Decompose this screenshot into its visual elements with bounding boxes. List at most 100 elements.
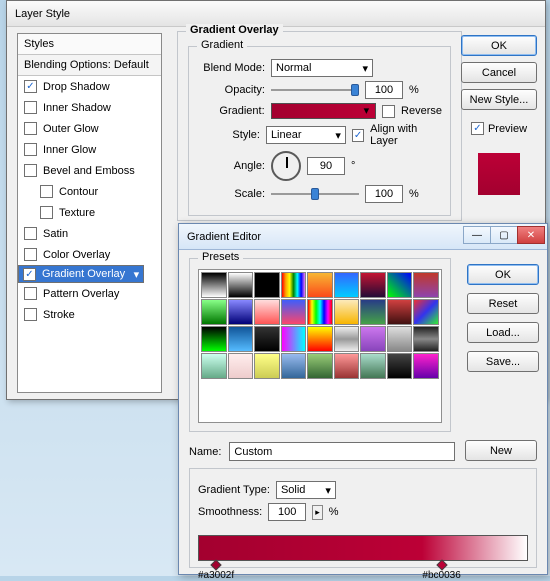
preset-swatch[interactable] bbox=[228, 272, 254, 298]
preset-swatch[interactable] bbox=[413, 326, 439, 352]
preset-swatch[interactable] bbox=[387, 299, 413, 325]
preset-swatch[interactable] bbox=[334, 353, 360, 379]
style-row-stroke[interactable]: Stroke bbox=[18, 304, 161, 325]
preset-swatch[interactable] bbox=[334, 272, 360, 298]
gradient-picker[interactable] bbox=[271, 103, 376, 119]
preset-swatch[interactable] bbox=[228, 353, 254, 379]
style-row-outer-glow[interactable]: Outer Glow bbox=[18, 118, 161, 139]
maximize-button[interactable]: ▢ bbox=[490, 226, 518, 244]
smoothness-value[interactable]: 100 bbox=[268, 503, 306, 521]
preset-swatch[interactable] bbox=[281, 272, 307, 298]
preset-swatch[interactable] bbox=[360, 272, 386, 298]
preset-swatch[interactable] bbox=[360, 299, 386, 325]
new-style-button[interactable]: New Style... bbox=[461, 89, 537, 110]
smoothness-stepper[interactable]: ▸ bbox=[312, 505, 323, 520]
reverse-checkbox[interactable] bbox=[382, 105, 395, 118]
opacity-slider[interactable] bbox=[271, 89, 359, 91]
minimize-button[interactable]: — bbox=[463, 226, 491, 244]
scale-slider[interactable] bbox=[271, 193, 359, 195]
preset-swatch[interactable] bbox=[413, 272, 439, 298]
preset-swatch[interactable] bbox=[360, 353, 386, 379]
preset-swatch[interactable] bbox=[387, 353, 413, 379]
presets-grid[interactable] bbox=[198, 269, 442, 423]
close-button[interactable]: ✕ bbox=[517, 226, 545, 244]
preset-swatch[interactable] bbox=[307, 299, 333, 325]
style-checkbox[interactable] bbox=[24, 227, 37, 240]
ge-ok-button[interactable]: OK bbox=[467, 264, 539, 285]
opacity-value[interactable]: 100 bbox=[365, 81, 403, 99]
blending-options-default[interactable]: Blending Options: Default bbox=[18, 55, 161, 76]
color-stop[interactable] bbox=[436, 559, 447, 570]
gradient-ramp[interactable]: #a3002f#bc0036 bbox=[198, 535, 528, 565]
preset-swatch[interactable] bbox=[281, 299, 307, 325]
preset-swatch[interactable] bbox=[228, 326, 254, 352]
style-checkbox[interactable] bbox=[24, 122, 37, 135]
style-checkbox[interactable] bbox=[40, 185, 53, 198]
preset-swatch[interactable] bbox=[387, 272, 413, 298]
scale-value[interactable]: 100 bbox=[365, 185, 403, 203]
style-checkbox[interactable] bbox=[24, 80, 37, 93]
preset-swatch[interactable] bbox=[334, 299, 360, 325]
style-row-inner-glow[interactable]: Inner Glow bbox=[18, 139, 161, 160]
style-checkbox[interactable] bbox=[24, 143, 37, 156]
style-row-bevel-and-emboss[interactable]: Bevel and Emboss bbox=[18, 160, 161, 181]
align-checkbox[interactable] bbox=[352, 129, 364, 142]
styles-panel: Styles Blending Options: Default Drop Sh… bbox=[17, 33, 162, 393]
preset-swatch[interactable] bbox=[307, 353, 333, 379]
styles-header[interactable]: Styles bbox=[18, 34, 161, 55]
gradient-inner-group: Gradient Blend Mode: Normal Opacity: 100… bbox=[188, 46, 451, 216]
blend-mode-select[interactable]: Normal bbox=[271, 59, 373, 77]
style-row-drop-shadow[interactable]: Drop Shadow bbox=[18, 76, 161, 97]
angle-label: Angle: bbox=[197, 160, 265, 172]
preset-swatch[interactable] bbox=[228, 299, 254, 325]
ge-new-button[interactable]: New bbox=[465, 440, 537, 461]
preset-swatch[interactable] bbox=[413, 299, 439, 325]
style-row-pattern-overlay[interactable]: Pattern Overlay bbox=[18, 283, 161, 304]
preset-swatch[interactable] bbox=[281, 353, 307, 379]
gradient-editor-titlebar[interactable]: Gradient Editor — ▢ ✕ bbox=[179, 224, 547, 250]
style-checkbox[interactable] bbox=[24, 164, 37, 177]
style-checkbox[interactable] bbox=[24, 101, 37, 114]
preset-swatch[interactable] bbox=[201, 326, 227, 352]
preview-checkbox[interactable] bbox=[471, 122, 484, 135]
gradient-ramp-bar[interactable] bbox=[198, 535, 528, 561]
angle-value[interactable]: 90 bbox=[307, 157, 345, 175]
preset-swatch[interactable] bbox=[307, 272, 333, 298]
style-row-contour[interactable]: Contour bbox=[18, 181, 161, 202]
preset-swatch[interactable] bbox=[413, 353, 439, 379]
preset-swatch[interactable] bbox=[201, 272, 227, 298]
preset-swatch[interactable] bbox=[254, 353, 280, 379]
name-input[interactable]: Custom bbox=[229, 442, 455, 461]
ge-load-button[interactable]: Load... bbox=[467, 322, 539, 343]
preset-swatch[interactable] bbox=[281, 326, 307, 352]
style-row-inner-shadow[interactable]: Inner Shadow bbox=[18, 97, 161, 118]
preset-swatch[interactable] bbox=[254, 299, 280, 325]
ge-save-button[interactable]: Save... bbox=[467, 351, 539, 372]
style-checkbox[interactable] bbox=[40, 206, 53, 219]
style-row-texture[interactable]: Texture bbox=[18, 202, 161, 223]
preset-swatch[interactable] bbox=[201, 353, 227, 379]
style-checkbox[interactable] bbox=[24, 308, 37, 321]
angle-wheel[interactable] bbox=[271, 151, 301, 181]
preset-swatch[interactable] bbox=[254, 326, 280, 352]
color-stop[interactable] bbox=[210, 559, 221, 570]
style-select[interactable]: Linear bbox=[266, 126, 346, 144]
gradient-type-select[interactable]: Solid bbox=[276, 481, 336, 499]
preset-swatch[interactable] bbox=[387, 326, 413, 352]
style-row-gradient-overlay[interactable]: Gradient Overlay bbox=[18, 265, 144, 283]
preset-swatch[interactable] bbox=[334, 326, 360, 352]
ge-reset-button[interactable]: Reset bbox=[467, 293, 539, 314]
preset-swatch[interactable] bbox=[307, 326, 333, 352]
preset-swatch[interactable] bbox=[360, 326, 386, 352]
style-checkbox[interactable] bbox=[24, 287, 37, 300]
preset-swatch[interactable] bbox=[201, 299, 227, 325]
ok-button[interactable]: OK bbox=[461, 35, 537, 56]
style-row-color-overlay[interactable]: Color Overlay bbox=[18, 244, 161, 265]
cancel-button[interactable]: Cancel bbox=[461, 62, 537, 83]
style-row-satin[interactable]: Satin bbox=[18, 223, 161, 244]
preset-swatch[interactable] bbox=[254, 272, 280, 298]
presets-group: Presets bbox=[189, 258, 451, 432]
style-checkbox[interactable] bbox=[24, 248, 37, 261]
align-label: Align with Layer bbox=[370, 123, 442, 147]
style-checkbox[interactable] bbox=[23, 268, 36, 281]
